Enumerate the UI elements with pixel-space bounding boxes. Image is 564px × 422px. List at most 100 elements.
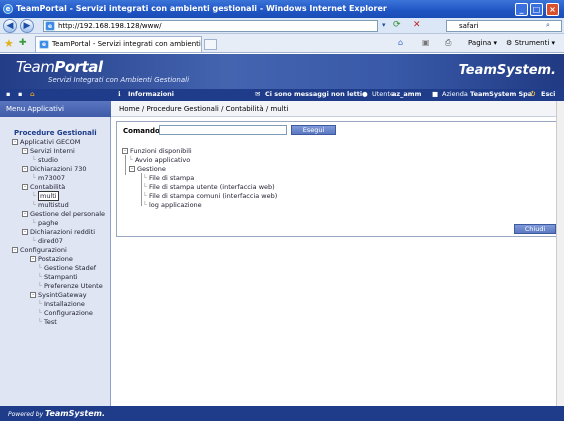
maximize-button[interactable]: □: [530, 3, 543, 16]
log-applicazione-link[interactable]: └ log applicazione: [143, 201, 202, 209]
main-panel: Comando : Esegui - Funzioni disponibili └…: [116, 121, 559, 237]
window-title: TeamPortal - Servizi integrati con ambie…: [16, 4, 387, 13]
collapse-icon[interactable]: -: [22, 229, 28, 235]
home-icon[interactable]: ⌂: [398, 38, 403, 47]
sidebar-item-postazione[interactable]: - Postazione: [30, 255, 73, 263]
address-toolbar: ◀ ▶ e http://192.168.198.128/www/ ▾ ⟳ ✕ …: [0, 18, 564, 34]
browser-tab[interactable]: e TeamPortal - Servizi integrati con amb…: [35, 36, 202, 52]
file-stampa-utente-link[interactable]: └ File di stampa utente (interfaccia web…: [143, 183, 275, 191]
collapse-icon[interactable]: -: [22, 184, 28, 190]
refresh-icon[interactable]: ⟳: [393, 20, 401, 30]
feeds-icon[interactable]: ▣: [422, 38, 430, 47]
banner-subtitle: Servizi Integrati con Ambienti Gestional…: [48, 76, 190, 84]
address-input[interactable]: e http://192.168.198.128/www/: [43, 20, 378, 32]
logout-icon[interactable]: ⏻: [530, 90, 535, 99]
ie-logo-icon: e: [3, 4, 13, 14]
sidebar-item-configurazioni[interactable]: - Configurazioni: [12, 246, 67, 254]
collapse-icon[interactable]: -: [122, 148, 128, 154]
company-label: Azienda: [442, 90, 468, 98]
tab-title: TeamPortal - Servizi integrati con ambie…: [52, 40, 201, 48]
sidebar-item-stampanti[interactable]: └ Stampanti: [38, 273, 78, 281]
collapse-icon[interactable]: -: [12, 139, 18, 145]
info-icon: ℹ: [118, 90, 121, 98]
sidebar-item-servizi-interni[interactable]: - Servizi Interni: [22, 147, 75, 155]
stop-icon[interactable]: ✕: [413, 20, 421, 30]
close-button[interactable]: Chiudi: [514, 224, 556, 234]
back-button[interactable]: ◀: [3, 19, 17, 33]
user-label: Utente: [372, 90, 394, 98]
favorites-star-icon[interactable]: ★: [4, 37, 14, 50]
unread-messages-link[interactable]: Ci sono messaggi non letti: [265, 90, 362, 98]
minimize-button[interactable]: _: [515, 3, 528, 16]
print-icon[interactable]: ⎙: [445, 38, 451, 48]
file-di-stampa-link[interactable]: └ File di stampa: [143, 174, 194, 182]
sidebar-tree: Procedure Gestionali - Applicativi GECOM - S…: [0, 117, 111, 406]
user-value: az_amm: [392, 90, 422, 98]
teamsystem-logo: TeamSystem.: [458, 63, 556, 78]
add-favorite-icon[interactable]: ✚: [19, 38, 27, 48]
sidebar-item-gestione-stadef[interactable]: └ Gestione Stadef: [38, 264, 96, 272]
sidebar-footer: Powered by TeamSystem.: [0, 406, 111, 421]
sidebar-item-test[interactable]: └ Test: [38, 318, 57, 326]
sidebar-header: Menu Applicativi: [0, 101, 111, 117]
search-input[interactable]: safari: [446, 20, 562, 32]
breadcrumb: Home / Procedure Gestionali / Contabilit…: [111, 101, 564, 117]
portal-banner: TeamPortal Servizi Integrati con Ambient…: [0, 54, 564, 89]
sidebar-item-contabilit-[interactable]: - Contabilità: [22, 183, 65, 191]
vertical-scrollbar[interactable]: [556, 101, 564, 406]
company-icon: ■: [432, 90, 439, 98]
address-value: http://192.168.198.128/www/: [58, 22, 162, 30]
sidebar-item-dired07[interactable]: └ dired07: [32, 237, 63, 245]
functions-root[interactable]: - Funzioni disponibili: [122, 147, 192, 155]
tab-bar: ★ ✚ e TeamPortal - Servizi integrati con…: [0, 34, 564, 53]
collapse-icon[interactable]: -: [12, 247, 18, 253]
home-menu-icon[interactable]: ⌂: [30, 90, 35, 98]
sidebar-item-dichiarazioni-730[interactable]: - Dichiarazioni 730: [22, 165, 87, 173]
search-value: safari: [459, 22, 479, 30]
collapse-icon[interactable]: -: [22, 166, 28, 172]
tab-favicon-icon: e: [39, 40, 49, 49]
sidebar-item-procedure-gestionali[interactable]: Procedure Gestionali: [14, 129, 97, 137]
user-icon: ●: [362, 90, 368, 98]
search-icon[interactable]: ⌕: [546, 21, 550, 30]
sidebar-item-preferenze-utente[interactable]: └ Preferenze Utente: [38, 282, 103, 290]
page-footer: [111, 406, 564, 421]
sidebar-item-installazione[interactable]: └ Installazione: [38, 300, 85, 308]
sidebar-item-sysintgateway[interactable]: - SysintGateway: [30, 291, 87, 299]
informazioni-link[interactable]: Informazioni: [128, 90, 174, 98]
page-menu[interactable]: Pagina ▾: [468, 39, 497, 47]
title-bar: e TeamPortal - Servizi integrati con amb…: [0, 0, 564, 18]
portal-menubar: ▪ ▪ ⌂ ℹ Informazioni ✉ Ci sono messaggi …: [0, 89, 564, 101]
sidebar-item-multi[interactable]: └ multi: [32, 191, 59, 201]
sidebar-item-configurazione[interactable]: └ Configurazione: [38, 309, 93, 317]
file-stampa-comuni-link[interactable]: └ File di stampa comuni (interfaccia web…: [143, 192, 277, 200]
sidebar-item-paghe[interactable]: └ paghe: [32, 219, 58, 227]
execute-button[interactable]: Esegui: [291, 125, 336, 135]
logout-link[interactable]: Esci: [541, 90, 555, 98]
collapse-icon[interactable]: -: [129, 166, 135, 172]
forward-button[interactable]: ▶: [20, 19, 34, 33]
teamportal-logo: TeamPortal: [16, 58, 103, 76]
new-tab-button[interactable]: [204, 39, 217, 50]
sidebar-item-multistud[interactable]: └ multistud: [32, 201, 69, 209]
collapse-icon[interactable]: -: [30, 292, 36, 298]
avvio-applicativo-link[interactable]: └ Avvio applicativo: [129, 156, 190, 164]
page-favicon-icon: e: [45, 21, 55, 31]
sidebar-item-gestione-del-personale[interactable]: - Gestione del personale: [22, 210, 105, 218]
close-window-button[interactable]: ×: [546, 3, 559, 16]
collapse-icon[interactable]: -: [22, 148, 28, 154]
mail-icon: ✉: [255, 90, 261, 98]
collapse-icon[interactable]: -: [22, 211, 28, 217]
command-input[interactable]: [159, 125, 287, 135]
sidebar-item-applicativi-gecom[interactable]: - Applicativi GECOM: [12, 138, 80, 146]
sidebar-item-studio[interactable]: └ studio: [32, 156, 58, 164]
save-icon[interactable]: ▪: [18, 90, 22, 98]
collapse-icon[interactable]: -: [30, 256, 36, 262]
sidebar-item-m73007[interactable]: └ m73007: [32, 174, 65, 182]
tools-menu[interactable]: ⚙ Strumenti ▾: [506, 39, 555, 47]
gestione-node[interactable]: - Gestione: [129, 165, 166, 173]
sidebar-item-dichiarazioni-redditi[interactable]: - Dichiarazioni redditi: [22, 228, 95, 236]
dropdown-arrow-icon[interactable]: ▾: [382, 21, 386, 29]
panel-icon[interactable]: ▪: [6, 90, 10, 98]
company-value: TeamSystem Spa: [470, 90, 533, 98]
